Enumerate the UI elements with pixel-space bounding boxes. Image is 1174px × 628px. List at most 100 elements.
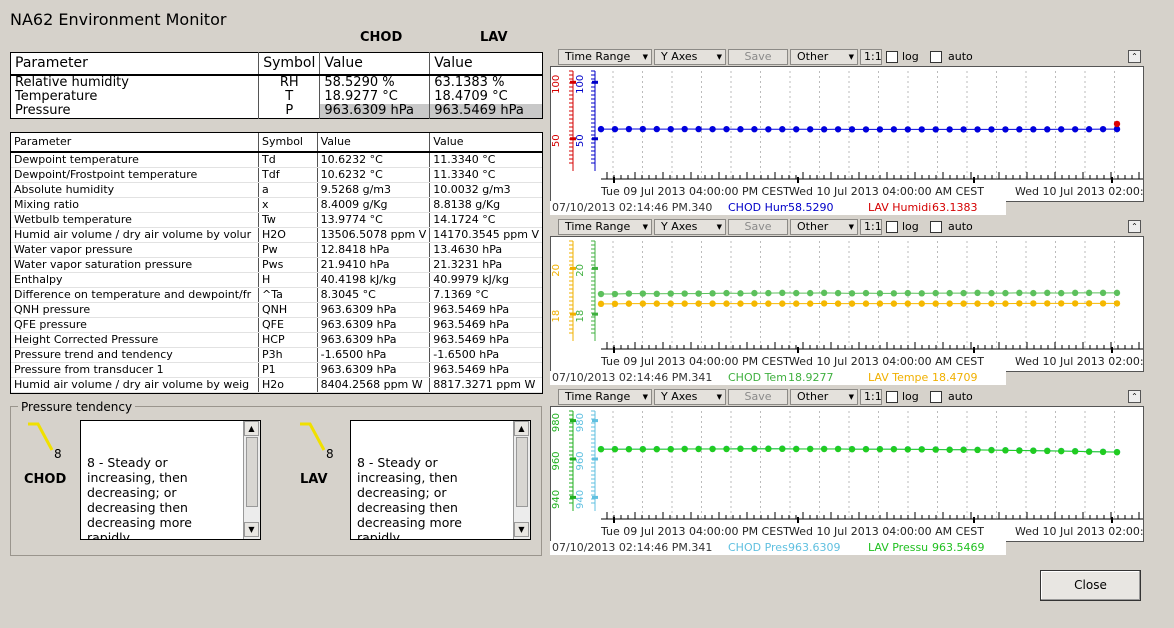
detail-table-row[interactable]: Humid air volume / dry air volume by vol…: [11, 227, 542, 243]
y-axes-dropdown[interactable]: Y Axes ▼: [654, 219, 726, 235]
time-range-dropdown[interactable]: Time Range ▼: [558, 49, 652, 65]
detail-table-row[interactable]: Enthalpy H 40.4198 kJ/kg 40.9979 kJ/kg: [11, 272, 542, 288]
data-point: [751, 300, 758, 307]
status-s1: CHOD Tem: [728, 371, 787, 384]
detail-header-symbol[interactable]: Symbol: [258, 133, 318, 153]
main-table-row[interactable]: Temperature T 18.9277 °C 18.4709 °C: [10, 90, 543, 104]
status-s1: CHOD Hum: [728, 201, 788, 214]
collapse-icon[interactable]: ⌃: [1128, 390, 1141, 403]
detail-table-row[interactable]: Difference on temperature and dewpoint/f…: [11, 287, 542, 303]
detail-table-row[interactable]: Wetbulb temperature Tw 13.9774 °C 14.1724 °…: [11, 212, 542, 228]
status-time: 07/10/2013 02:14:46 PM.340: [552, 201, 713, 214]
time-range-dropdown[interactable]: Time Range ▼: [558, 219, 652, 235]
detail-table-row[interactable]: QNH pressure QNH 963.6309 hPa 963.5469 hPa: [11, 302, 542, 318]
ratio-button[interactable]: 1:1: [860, 219, 882, 235]
auto-checkbox[interactable]: [930, 221, 942, 233]
time-range-dropdown[interactable]: Time Range ▼: [558, 389, 652, 405]
chod-scroll-down-icon[interactable]: ▼: [244, 522, 259, 537]
data-point: [1113, 300, 1121, 307]
chod-value-cell: 8.4009 g/Kg: [317, 197, 431, 213]
chart-svg: 100 50 100 50 Tue 09 Jul 2013 04:00:00 PM CE…: [551, 70, 1143, 198]
data-point: [1016, 447, 1023, 454]
status-s1: CHOD Pres: [728, 541, 788, 554]
other-dropdown[interactable]: Other ▼: [790, 389, 858, 405]
data-point: [779, 445, 786, 453]
other-dropdown[interactable]: Other ▼: [790, 49, 858, 65]
parameter-cell: Wetbulb temperature: [11, 212, 259, 228]
lav-tendency-text[interactable]: 8 - Steady or increasing, then decreasin…: [350, 420, 531, 540]
y-axes-dropdown[interactable]: Y Axes ▼: [654, 389, 726, 405]
series-lav-tempe: [597, 300, 1121, 308]
detail-table-row[interactable]: Dewpoint/Frostpoint temperature Tdf 10.623…: [11, 167, 542, 183]
save-button[interactable]: Save: [728, 49, 788, 65]
data-point: [904, 289, 912, 297]
lav-value-cell: 11.3340 °C: [429, 167, 542, 183]
parameter-cell: QNH pressure: [11, 302, 259, 318]
data-point: [681, 290, 688, 297]
data-point: [876, 300, 884, 307]
lav-value-cell: 963.5469 hPa: [429, 332, 542, 348]
lav-value-cell: 8.8138 g/Kg: [429, 197, 542, 213]
parameter-cell: Water vapor saturation pressure: [11, 257, 259, 273]
lav-scroll-down-icon[interactable]: ▼: [514, 522, 529, 537]
save-button[interactable]: Save: [728, 389, 788, 405]
chart-plot-area[interactable]: 100 50 100 50 Tue 09 Jul 2013 04:00:00 PM CE…: [550, 66, 1144, 202]
detail-table-row[interactable]: Absolute humidity a 9.5268 g/m3 10.0032 g/m…: [11, 182, 542, 198]
y-axes-dropdown[interactable]: Y Axes ▼: [654, 49, 726, 65]
ratio-button[interactable]: 1:1: [860, 389, 882, 405]
chod-tendency-scrollbar[interactable]: ▲ ▼: [243, 421, 260, 539]
data-point: [848, 290, 856, 297]
detail-header-parameter[interactable]: Parameter: [11, 133, 259, 153]
auto-checkbox[interactable]: [930, 391, 942, 403]
log-checkbox[interactable]: [886, 221, 898, 233]
detail-table-row[interactable]: Water vapor pressure Pw 12.8418 hPa 13.4630…: [11, 242, 542, 258]
data-point: [848, 446, 856, 453]
log-checkbox[interactable]: [886, 51, 898, 63]
detail-header-value-lav[interactable]: Value: [429, 133, 542, 153]
detail-table-container[interactable]: Parameter Symbol Value Value Dewpoint te…: [10, 132, 543, 394]
detail-table-row[interactable]: Water vapor saturation pressure Pws 21.941…: [11, 257, 542, 273]
other-dropdown[interactable]: Other ▼: [790, 219, 858, 235]
data-point: [904, 446, 912, 453]
ratio-button[interactable]: 1:1: [860, 49, 882, 65]
chod-tendency-text[interactable]: 8 - Steady or increasing, then decreasin…: [80, 420, 261, 540]
status-s2: LAV Tempe: [868, 371, 929, 384]
detail-header-value-chod[interactable]: Value: [317, 133, 431, 153]
chod-scroll-thumb[interactable]: [246, 437, 258, 507]
auto-checkbox[interactable]: [930, 51, 942, 63]
series-line: [601, 292, 1117, 295]
save-button[interactable]: Save: [728, 219, 788, 235]
data-point: [946, 289, 953, 297]
header-value-chod[interactable]: Value: [319, 52, 431, 76]
parameter-cell: Pressure: [10, 104, 260, 119]
close-button[interactable]: Close: [1040, 570, 1141, 601]
data-point: [653, 290, 660, 297]
lav-value-cell: 14170.3545 ppm V: [429, 227, 542, 243]
detail-table-row[interactable]: Pressure from transducer 1 P1 963.6309 hPa…: [11, 362, 542, 378]
right-axis-tick-label: 20: [575, 264, 586, 277]
header-symbol[interactable]: Symbol: [258, 52, 321, 76]
header-parameter[interactable]: Parameter: [10, 52, 260, 76]
detail-table-row[interactable]: Dewpoint temperature Td 10.6232 °C 11.3340 …: [11, 152, 542, 168]
symbol-cell: Pws: [258, 257, 318, 273]
chart-plot-area[interactable]: 20 18 20 18 Tue 09 Jul 2013 04:00:00 PM CEST…: [550, 236, 1144, 372]
detail-table-row[interactable]: Mixing ratio x 8.4009 g/Kg 8.8138 g/Kg: [11, 197, 542, 213]
main-table-row[interactable]: Pressure P 963.6309 hPa 963.5469 hPa: [10, 104, 543, 119]
detail-table-row[interactable]: QFE pressure QFE 963.6309 hPa 963.5469 hPa: [11, 317, 542, 333]
lav-scroll-thumb[interactable]: [516, 437, 528, 507]
detail-table-row[interactable]: Humid air volume / dry air volume by wei…: [11, 377, 542, 393]
chod-scroll-up-icon[interactable]: ▲: [244, 421, 259, 436]
collapse-icon[interactable]: ⌃: [1128, 220, 1141, 233]
chevron-down-icon: ▼: [642, 223, 648, 231]
chart-plot-area[interactable]: 980 960 940 980 960 940 Tue 09 Jul 2013 04:00:…: [550, 406, 1144, 542]
main-table-row[interactable]: Relative humidity RH 58.5290 % 63.1383 %: [10, 75, 543, 90]
lav-scroll-up-icon[interactable]: ▲: [514, 421, 529, 436]
detail-table-row[interactable]: Pressure trend and tendency P3h -1.6500 hP…: [11, 347, 542, 363]
log-checkbox[interactable]: [886, 391, 898, 403]
lav-tendency-scrollbar[interactable]: ▲ ▼: [513, 421, 530, 539]
detail-table-row[interactable]: Height Corrected Pressure HCP 963.6309 hPa…: [11, 332, 542, 348]
data-point: [1085, 126, 1093, 133]
header-value-lav[interactable]: Value: [429, 52, 543, 76]
data-point: [834, 289, 842, 297]
collapse-icon[interactable]: ⌃: [1128, 50, 1141, 63]
